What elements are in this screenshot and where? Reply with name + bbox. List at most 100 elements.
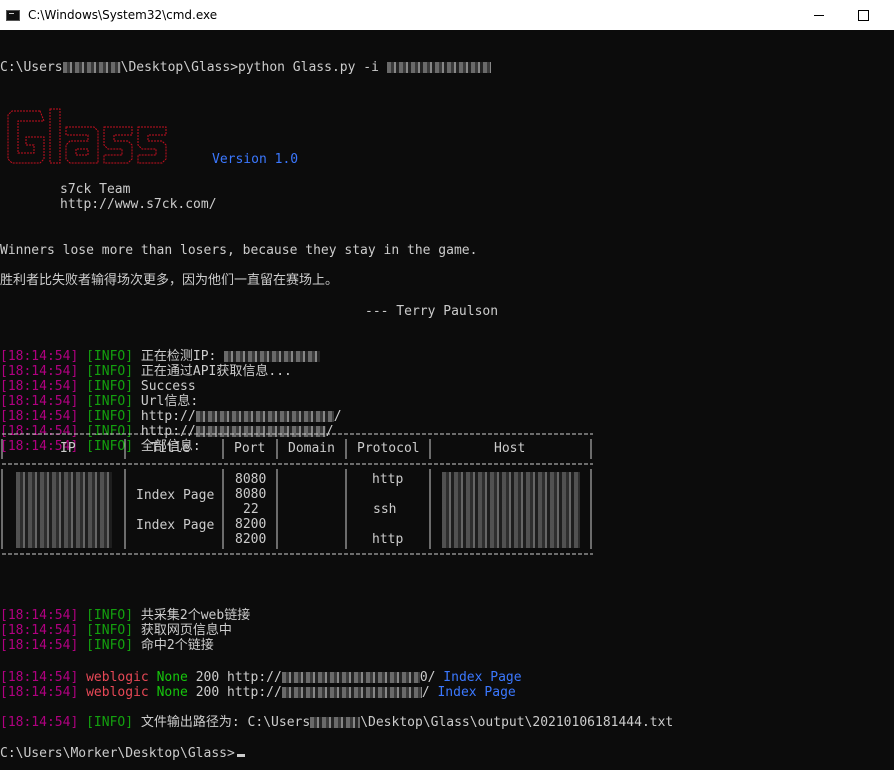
results-table: IP Title Port Domain Protocol Host Index… [0,431,600,561]
prompt-text: C:\Users\Morker\Desktop\Glass> [0,746,235,761]
maximize-icon [857,9,869,21]
glass-ascii-logo [4,105,176,167]
hit-status-code: 200 [195,670,220,685]
log-timestamp: [18:14:54] [0,364,79,379]
log-timestamp: [18:14:54] [0,394,79,409]
command-text: \Desktop\Glass>python Glass.py -i [120,60,387,75]
log-level: [INFO] [86,379,134,394]
redacted-url [281,687,422,698]
quote-english: Winners lose more than losers, because t… [0,243,478,258]
log-timestamp: [18:14:54] [0,379,79,394]
log-level: [INFO] [86,364,134,379]
log-timestamp: [18:14:54] [0,638,79,653]
prompt-line[interactable]: C:\Users\Morker\Desktop\Glass> [0,746,245,761]
log-message: Success [140,379,196,394]
redacted-url [195,411,334,422]
log-level: [INFO] [86,608,134,623]
log-line: [18:14:54] [INFO] Url信息: [0,394,198,409]
log-line: [18:14:54] [INFO] 共采集2个web链接 [0,608,250,623]
hit-plugin-name: weblogic [86,670,149,685]
hit-plugin-name: weblogic [86,685,149,700]
cmd-window: C:\Windows\System32\cmd.exe C:\Users \Des… [0,0,894,770]
log-timestamp: [18:14:54] [0,409,79,424]
table-cell-port: 8080 [235,487,267,502]
quote-author: --- Terry Paulson [365,304,499,319]
command-line: C:\Users \Desktop\Glass>python Glass.py -… [0,60,491,75]
minimize-button[interactable] [796,0,842,30]
hit-line: [18:14:54] weblogic None 200 http:// 0/ I… [0,670,522,685]
log-level: [INFO] [86,638,134,653]
hit-status: None [156,670,188,685]
log-message: 正在通过API获取信息... [140,364,292,379]
redacted-username [62,62,121,73]
table-cell-port: 8200 [235,517,267,532]
table-header-ip: IP [60,441,76,456]
log-message: 文件输出路径为: C:\Users [140,715,311,730]
window-title: C:\Windows\System32\cmd.exe [28,8,218,22]
table-header-title: Title [151,441,191,456]
hit-page-title: Index Page [437,685,516,700]
log-line: [18:14:54] [INFO] 正在通过API获取信息... [0,364,292,379]
redacted-url [281,672,420,683]
table-cell-protocol: ssh [373,502,397,517]
redacted-ip-column [16,472,112,548]
table-cell-port: 8080 [235,472,267,487]
redacted-ip [386,62,491,73]
table-header-host: Host [494,441,526,456]
table-cell-protocol: http [372,472,404,487]
hit-line: [18:14:54] weblogic None 200 http:// / In… [0,685,516,700]
log-message: 共采集2个web链接 [140,608,251,623]
url-tail: / [421,685,430,700]
output-path-line: [18:14:54] [INFO] 文件输出路径为: C:\Users \Desk… [0,715,673,730]
log-line: [18:14:54] [INFO] 正在检测IP: [0,349,321,364]
log-level: [INFO] [86,623,134,638]
log-message: 获取网页信息中 [140,623,232,638]
table-cell-title: Index Page [136,488,215,503]
redacted-host-column [442,472,580,548]
hit-status: None [156,685,188,700]
log-timestamp: [18:14:54] [0,608,79,623]
version-label: Version 1.0 [212,152,299,167]
table-header-domain: Domain [288,441,335,456]
log-message: http:// [140,409,196,424]
log-level: [INFO] [86,394,134,409]
redacted-ip [224,351,321,362]
table-cell-port: 22 [243,502,259,517]
hit-status-code: 200 [195,685,220,700]
maximize-button[interactable] [840,0,886,30]
redacted-username [310,717,361,728]
hit-page-title: Index Page [443,670,522,685]
console-output[interactable]: C:\Users \Desktop\Glass>python Glass.py -… [0,30,894,770]
quote-chinese: 胜利者比失败者输得场次更多，因为他们一直留在赛场上。 [0,273,339,288]
table-cell-port: 8200 [235,532,267,547]
output-file-path: \Desktop\Glass\output\20210106181444.txt [360,715,674,730]
url-tail: / [333,409,342,424]
log-line: [18:14:54] [INFO] http:// / [0,409,342,424]
log-line: [18:14:54] [INFO] 命中2个链接 [0,638,214,653]
log-line: [18:14:54] [INFO] 获取网页信息中 [0,623,232,638]
title-bar[interactable]: C:\Windows\System32\cmd.exe [0,0,894,30]
log-level: [INFO] [86,349,134,364]
team-site-link: http://www.s7ck.com/ [60,197,217,212]
log-line: [18:14:54] [INFO] Success [0,379,196,394]
text-cursor [236,754,245,757]
table-cell-title: Index Page [136,518,215,533]
prompt-prefix: C:\Users [0,60,63,75]
log-timestamp: [18:14:54] [0,685,79,700]
table-header-protocol: Protocol [357,441,420,456]
hit-url: http:// [227,685,282,700]
hit-url: http:// [227,670,282,685]
log-timestamp: [18:14:54] [0,715,79,730]
table-header-port: Port [234,441,266,456]
log-level: [INFO] [86,715,134,730]
log-level: [INFO] [86,409,134,424]
log-message: 正在检测IP: [140,349,225,364]
console-app-icon[interactable] [6,9,20,21]
log-message: Url信息: [140,394,199,409]
team-name: s7ck Team [60,182,131,197]
log-message: 命中2个链接 [140,638,214,653]
url-tail: 0/ [419,670,436,685]
log-timestamp: [18:14:54] [0,670,79,685]
log-timestamp: [18:14:54] [0,349,79,364]
log-timestamp: [18:14:54] [0,623,79,638]
